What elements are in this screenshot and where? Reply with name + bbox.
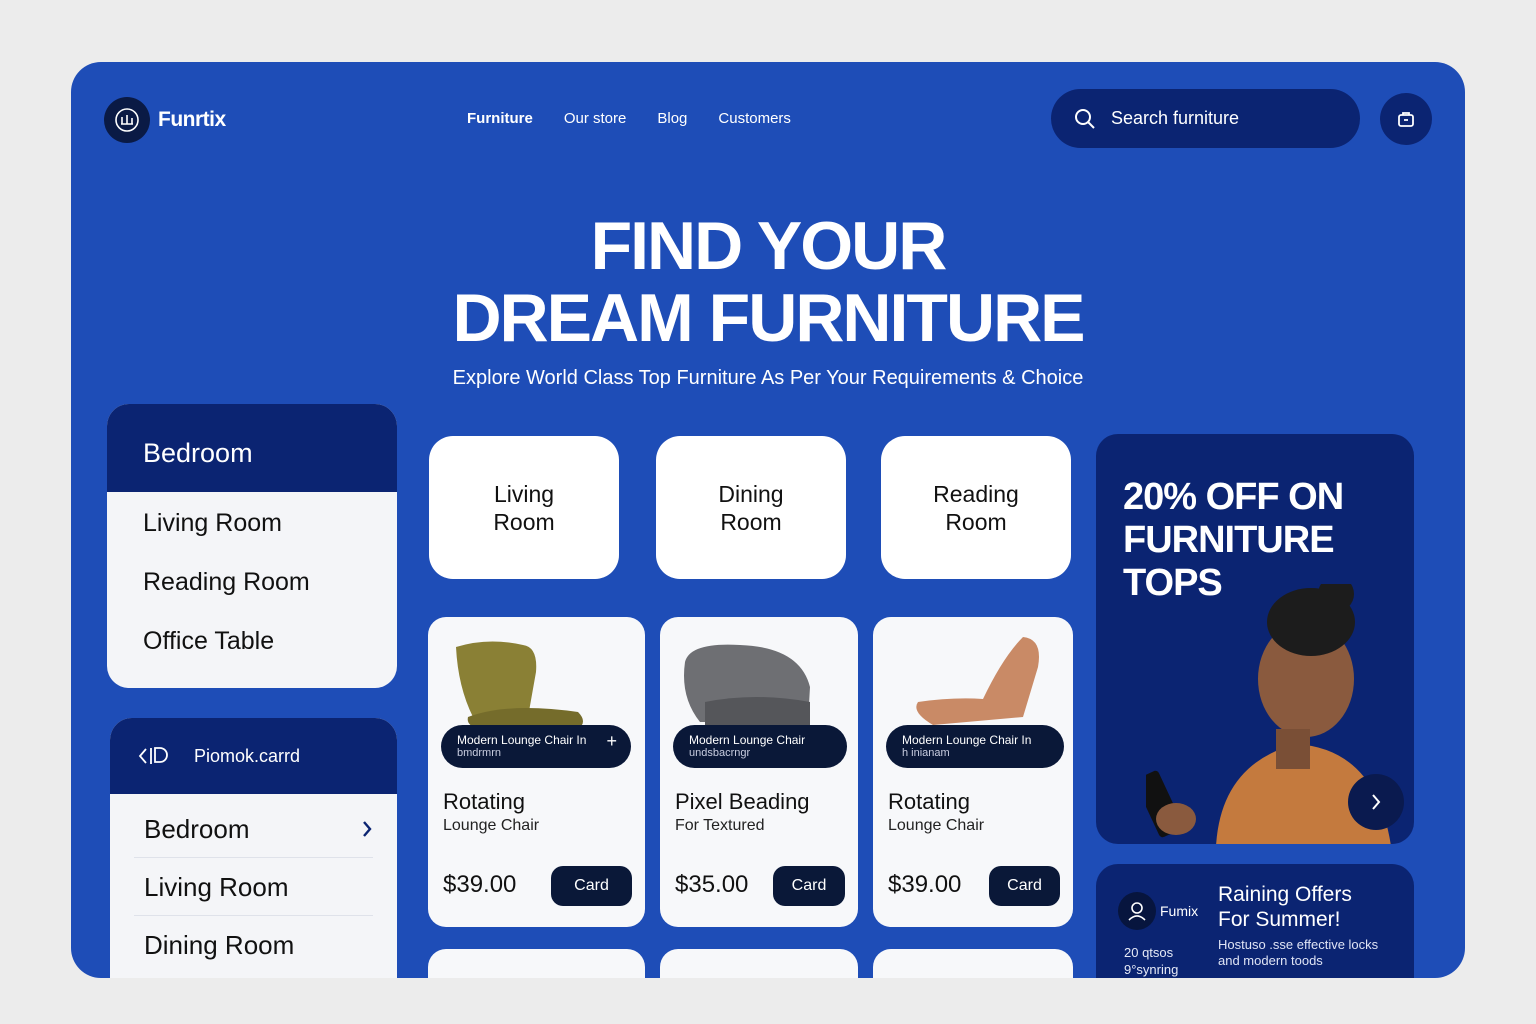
cart-icon bbox=[1398, 112, 1414, 127]
product-card-peek[interactable] bbox=[873, 949, 1073, 978]
brand-name: Funrtix bbox=[158, 108, 226, 131]
summer-title: Raining Offers For Summer! bbox=[1218, 883, 1352, 931]
product-image bbox=[916, 637, 1039, 725]
search-input[interactable]: Search furniture bbox=[1051, 89, 1360, 148]
search-placeholder: Search furniture bbox=[1111, 108, 1240, 128]
add-to-card-button[interactable]: Card bbox=[773, 866, 845, 906]
product-image bbox=[684, 644, 810, 727]
promo-banner[interactable]: 20% OFF ON FURNITURE TOPS bbox=[1096, 434, 1414, 844]
product-card-peek[interactable] bbox=[428, 949, 645, 978]
summer-stats: 20 qtsos 9°synring bbox=[1124, 945, 1179, 977]
product-tag: Modern Lounge Chair undsbacrngr bbox=[673, 725, 847, 768]
search-icon bbox=[1075, 108, 1095, 129]
nav-furniture[interactable]: Furniture bbox=[467, 110, 533, 127]
hero-title: FIND YOUR DREAM FURNITURE bbox=[452, 208, 1085, 356]
summer-brand: Fumix bbox=[1118, 892, 1198, 930]
summer-offer-card[interactable]: Fumix 20 qtsos 9°synring Raining Offers … bbox=[1096, 864, 1414, 978]
card-icon bbox=[138, 747, 168, 764]
secondary-category-menu: Piomok.carrd Bedroom Living Room Dining … bbox=[110, 718, 397, 978]
product-image bbox=[456, 641, 583, 729]
category-item-reading-room[interactable]: Reading Room bbox=[107, 553, 397, 612]
chevron-right-icon bbox=[1372, 794, 1381, 810]
nav-blog[interactable]: Blog bbox=[657, 110, 687, 127]
logo-icon bbox=[104, 97, 150, 143]
room-tile-living[interactable]: Living Room bbox=[429, 436, 619, 579]
plus-icon[interactable]: + bbox=[606, 732, 617, 750]
promo-next-button[interactable] bbox=[1348, 774, 1404, 830]
product-name: Rotating bbox=[888, 789, 970, 814]
product-desc: Lounge Chair bbox=[443, 817, 540, 834]
secondary-item-bedroom[interactable]: Bedroom bbox=[134, 800, 373, 858]
product-card[interactable]: Modern Lounge Chair In bmdrmrn + Rotatin… bbox=[428, 617, 645, 927]
summer-desc: Hostuso .sse effective locks and modern … bbox=[1218, 937, 1379, 968]
product-card[interactable]: Modern Lounge Chair undsbacrngr Pixel Be… bbox=[660, 617, 858, 927]
app-frame: Funrtix Furniture Our store Blog Custome… bbox=[71, 62, 1465, 978]
product-tag: Modern Lounge Chair In h inianam bbox=[886, 725, 1064, 768]
category-selected[interactable]: Bedroom bbox=[107, 404, 397, 492]
product-card-peek[interactable] bbox=[660, 949, 858, 978]
chevron-right-icon bbox=[363, 820, 372, 837]
product-price: $39.00 bbox=[443, 871, 517, 898]
product-name: Pixel Beading bbox=[675, 789, 810, 814]
product-desc: For Textured bbox=[675, 817, 765, 834]
product-card[interactable]: Modern Lounge Chair In h inianam Rotatin… bbox=[873, 617, 1073, 927]
room-tile-dining[interactable]: Dining Room bbox=[656, 436, 846, 579]
hero-subtitle: Explore World Class Top Furniture As Per… bbox=[452, 367, 1084, 389]
product-price: $35.00 bbox=[675, 871, 749, 898]
nav-customers[interactable]: Customers bbox=[718, 110, 791, 127]
brand-logo[interactable]: Funrtix bbox=[104, 97, 226, 143]
secondary-item-dining-room[interactable]: Dining Room bbox=[134, 916, 373, 974]
category-item-office-table[interactable]: Office Table bbox=[107, 612, 397, 671]
add-to-card-button[interactable]: Card bbox=[551, 866, 632, 906]
user-icon bbox=[1118, 892, 1156, 930]
product-price: $39.00 bbox=[888, 871, 962, 898]
product-name: Rotating bbox=[443, 789, 525, 814]
category-menu: Bedroom Living Room Reading Room Office … bbox=[107, 404, 397, 688]
cart-button[interactable] bbox=[1380, 93, 1432, 145]
add-to-card-button[interactable]: Card bbox=[989, 866, 1060, 906]
main-nav: Furniture Our store Blog Customers bbox=[467, 110, 791, 127]
nav-our-store[interactable]: Our store bbox=[564, 110, 627, 127]
secondary-item-living-room[interactable]: Living Room bbox=[134, 858, 373, 916]
product-tag: Modern Lounge Chair In bmdrmrn + bbox=[441, 725, 631, 768]
secondary-menu-header[interactable]: Piomok.carrd bbox=[110, 718, 397, 794]
category-item-living-room[interactable]: Living Room bbox=[107, 494, 397, 553]
room-tile-reading[interactable]: Reading Room bbox=[881, 436, 1071, 579]
product-desc: Lounge Chair bbox=[888, 817, 985, 834]
